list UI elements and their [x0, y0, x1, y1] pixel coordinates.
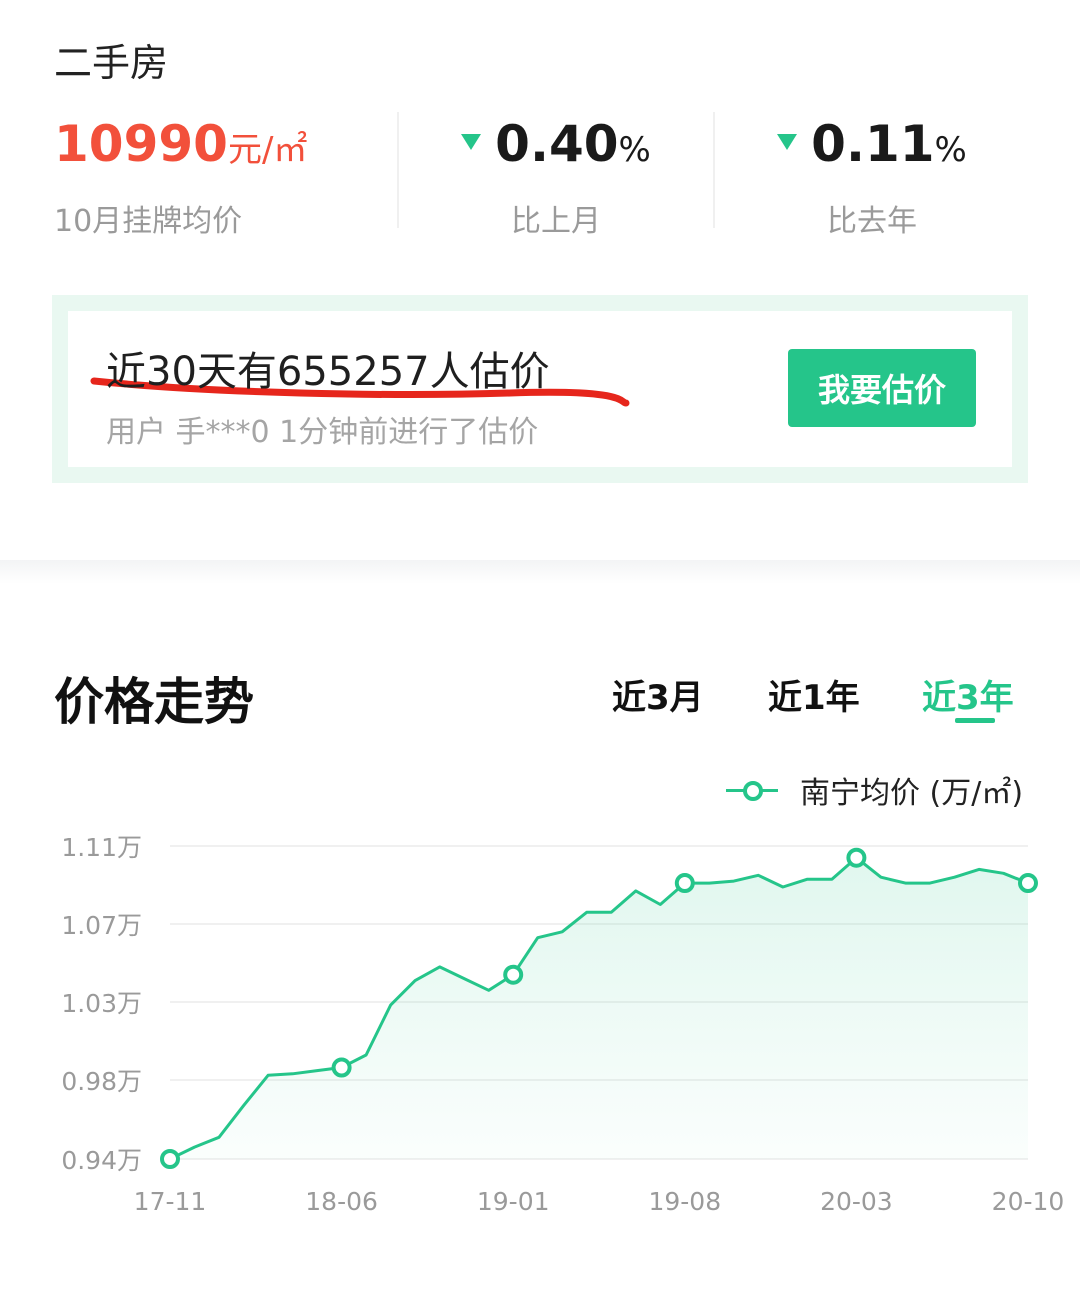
evaluate-button[interactable]: 我要估价: [788, 349, 976, 427]
y-tick-label: 1.03万: [61, 989, 142, 1018]
price-trend-chart: 1.11万 1.07万 1.03万 0.98万 0.94万 17-11 18-06 19-01…: [61, 833, 1065, 1216]
x-tick-label: 19-01: [477, 1187, 550, 1216]
evaluation-title: 近30天有655257人估价: [106, 349, 550, 395]
stat-year-over-year: 0.11% 比去年: [714, 112, 1030, 239]
evaluation-banner: 近30天有655257人估价 用户 手***0 1分钟前进行了估价 我要估价: [52, 295, 1028, 483]
y-tick-label: 0.94万: [61, 1146, 142, 1175]
yoy-label: 比去年: [827, 204, 917, 239]
y-tick-label: 1.07万: [61, 911, 142, 940]
down-triangle-icon: [461, 133, 482, 150]
stats-divider: [397, 112, 399, 228]
stat-month-over-month: 0.40% 比上月: [398, 112, 714, 239]
stats-row: 10990元/㎡ 10月挂牌均价 0.40% 比上月 0.11% 比去年: [0, 112, 1080, 239]
x-tick-label: 18-06: [305, 1187, 378, 1216]
evaluation-card: 近30天有655257人估价 用户 手***0 1分钟前进行了估价 我要估价: [68, 311, 1012, 467]
data-point-marker: [503, 964, 524, 985]
legend-line-marker-icon: [726, 780, 778, 801]
yoy-value: 0.11%: [714, 112, 1030, 182]
data-point-marker: [160, 1149, 180, 1169]
data-point-marker: [1018, 873, 1038, 894]
stat-listing-price: 10990元/㎡ 10月挂牌均价: [54, 112, 308, 239]
x-tick-label: 20-10: [992, 1187, 1065, 1216]
trend-title: 价格走势: [54, 673, 254, 731]
chart-legend: 南宁均价 (万/㎡): [726, 770, 1024, 811]
y-tick-label: 1.11万: [61, 833, 142, 862]
x-tick-label: 17-11: [134, 1187, 207, 1216]
price-value: 10990元/㎡: [54, 115, 308, 173]
down-triangle-icon: [777, 133, 798, 150]
active-tab-indicator: [955, 718, 995, 723]
data-point-marker: [846, 847, 867, 868]
series-area: [170, 857, 1028, 1159]
tab-3-months[interactable]: 近3月: [612, 670, 704, 719]
stats-divider: [713, 112, 715, 228]
x-tick-label: 19-08: [648, 1187, 721, 1216]
legend-label: 南宁均价 (万/㎡): [800, 776, 1024, 811]
mom-value: 0.40%: [398, 112, 714, 182]
data-point-marker: [674, 873, 695, 894]
y-tick-label: 0.98万: [61, 1067, 142, 1096]
data-point-marker: [331, 1057, 352, 1078]
evaluation-subtitle: 用户 手***0 1分钟前进行了估价: [106, 415, 539, 450]
price-label: 10月挂牌均价: [54, 204, 243, 239]
section-separator: [0, 560, 1080, 584]
section-title: 二手房: [54, 41, 169, 85]
tab-1-year[interactable]: 近1年: [768, 670, 860, 719]
tab-3-years[interactable]: 近3年: [922, 670, 1014, 719]
x-tick-label: 20-03: [820, 1187, 893, 1216]
mom-label: 比上月: [511, 204, 601, 239]
price-unit: 元/㎡: [227, 130, 308, 170]
